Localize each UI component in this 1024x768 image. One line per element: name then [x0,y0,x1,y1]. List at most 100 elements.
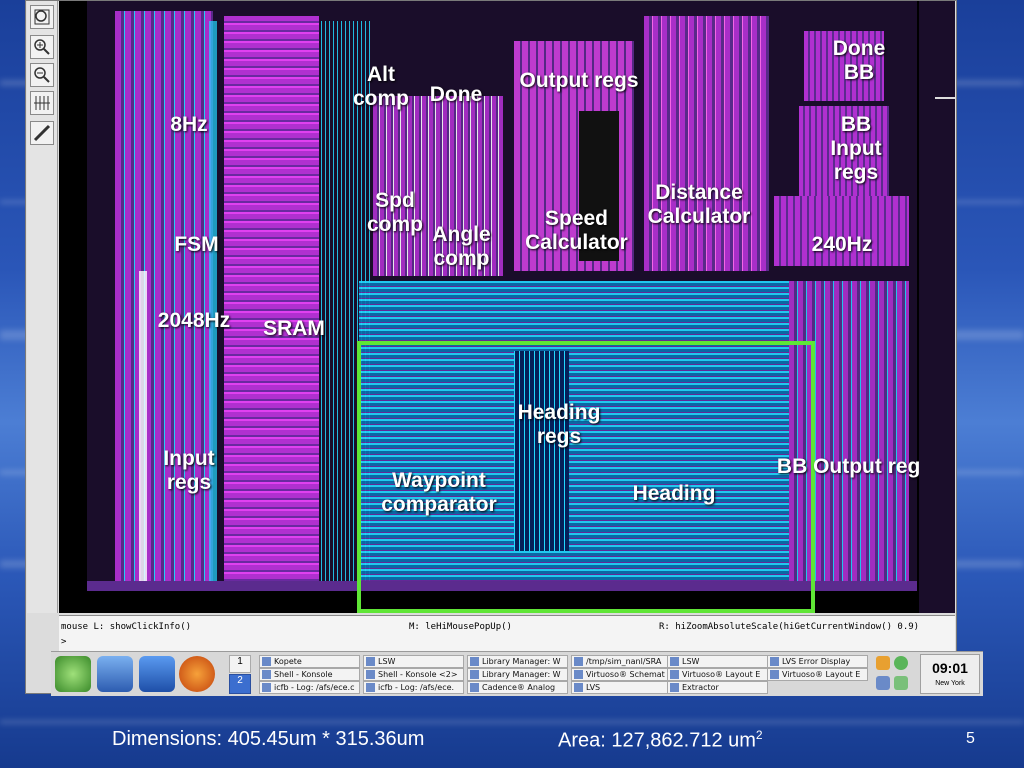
taskbar-item[interactable]: /tmp/sim_nanl/SRA [571,655,672,668]
routing-line [209,21,217,581]
canvas-marker [935,97,955,99]
taskbar-item-label: LVS [586,683,601,692]
window-icon [670,657,679,666]
status-bar: mouse L: showClickInfo() M: leHiMousePop… [59,615,955,652]
label-distance-calc: Distance Calculator [647,181,751,228]
label-bb-input-regs: BB Input regs [830,113,882,184]
sram-block [224,16,319,581]
update-icon[interactable] [894,656,908,670]
taskbar-item-label: LSW [682,657,700,666]
clock-time: 09:01 [932,660,968,676]
ruler-icon[interactable] [30,121,54,145]
taskbar-item[interactable]: Library Manager: W [467,655,568,668]
window-icon [262,683,271,692]
label-speed-calc: Speed Calculator [525,207,628,254]
taskbar-item[interactable]: Virtuoso® Layout E [667,668,768,681]
taskbar-item-label: Extractor [682,683,719,692]
window-icon [670,683,679,692]
taskbar-item-label: icfb - Log: /afs/ece. [378,683,455,692]
window-icon [470,683,479,692]
footer-area: Area: 127,862.712 um2 [558,728,763,753]
layout-window: Done BB Alt comp Done Output regs 8Hz BB… [25,0,983,696]
clipboard-icon[interactable] [876,656,890,670]
window-icon [262,657,271,666]
window-icon [574,683,583,692]
label-angle-comp: Angle comp [432,223,491,270]
window-icon [366,670,375,679]
taskbar-item[interactable]: Virtuoso® Layout E [767,668,868,681]
canvas-margin [919,1,955,613]
zoom-fit-icon[interactable] [30,5,54,29]
taskbar-item[interactable]: Extractor [667,681,768,694]
footer-area-text: Area: 127,862.712 um [558,729,756,752]
label-done-bb: Done BB [832,37,886,84]
zoom-in-icon[interactable] [30,35,54,59]
command-prompt[interactable]: > [61,637,66,647]
taskbar-item-label: Kopete [274,657,302,666]
window-icon [366,683,375,692]
taskbar-item[interactable]: icfb - Log: /afs/ece. [363,681,464,694]
label-alt-comp: Alt comp [352,63,409,110]
status-mouse-middle: M: leHiMousePopUp() [409,622,512,632]
footer-area-sup: 2 [755,728,763,742]
taskbar-item[interactable]: Shell - Konsole <2> [363,668,464,681]
taskbar-item-label: Cadence® Analog [482,683,556,692]
stretch-icon[interactable] [30,91,54,115]
status-mouse-right: R: hiZoomAbsoluteScale(hiGetCurrentWindo… [659,622,920,632]
window-icon [366,657,375,666]
window-icon [574,670,583,679]
window-icon [262,670,271,679]
layout-canvas[interactable]: Done BB Alt comp Done Output regs 8Hz BB… [59,1,955,613]
clock-city: New York [935,680,965,687]
taskbar-item[interactable]: LVS Error Display [767,655,868,668]
label-8hz: 8Hz [170,113,208,136]
taskbar-item-label: LSW [378,657,396,666]
taskbar: 1 2 Kopete Shell - Konsole icfb - Log: /af… [51,651,983,696]
label-sram: SRAM [263,317,325,340]
label-done: Done [429,83,483,106]
window-icon [770,657,779,666]
firefox-icon[interactable] [179,656,215,692]
label-output-regs: Output regs [519,69,639,92]
taskbar-item[interactable]: Virtuoso® Schemat [571,668,672,681]
zoom-out-icon[interactable] [30,63,54,87]
clock[interactable]: 09:01 New York [920,654,980,694]
taskbar-item-label: Shell - Konsole <2> [378,670,458,679]
taskbar-item[interactable]: Kopete [259,655,360,668]
home-icon[interactable] [139,656,175,692]
suse-menu-icon[interactable] [55,656,91,692]
taskbar-item[interactable]: Cadence® Analog [467,681,568,694]
taskbar-item-label: Virtuoso® Layout E [682,670,761,679]
label-input-regs: Input regs [163,447,215,494]
taskbar-item-label: Shell - Konsole [274,670,333,679]
label-2048hz: 2048Hz [157,309,231,332]
network-icon[interactable] [876,676,890,690]
taskbar-item-label: Virtuoso® Schemat [586,670,665,679]
label-heading-regs: Heading regs [517,401,601,448]
workspace-2[interactable]: 2 [229,674,251,694]
label-fsm: FSM [174,233,219,256]
taskbar-item-label: /tmp/sim_nanl/SRA [586,657,662,666]
taskbar-item[interactable]: LVS [571,681,672,694]
window-icon [470,670,479,679]
desktop-icon[interactable] [97,656,133,692]
taskbar-item[interactable]: LSW [667,655,768,668]
window-icon [770,670,779,679]
taskbar-item[interactable]: LSW [363,655,464,668]
left-toolbar [27,1,58,613]
distance-calc-block [644,16,769,271]
status-mouse-left: mouse L: showClickInfo() [61,622,192,632]
label-heading: Heading [632,482,716,505]
footer-dimensions: Dimensions: 405.45um * 315.36um [112,728,425,750]
window-icon [574,657,583,666]
left-logic-block [115,11,213,581]
battery-icon[interactable] [894,676,908,690]
taskbar-item[interactable]: icfb - Log: /afs/ece.c [259,681,360,694]
taskbar-item[interactable]: Shell - Konsole [259,668,360,681]
workspace-1[interactable]: 1 [229,655,251,673]
label-240hz: 240Hz [811,233,873,256]
page-number: 5 [966,730,975,747]
taskbar-item-label: LVS Error Display [782,657,851,666]
window-icon [470,657,479,666]
taskbar-item[interactable]: Library Manager: W [467,668,568,681]
